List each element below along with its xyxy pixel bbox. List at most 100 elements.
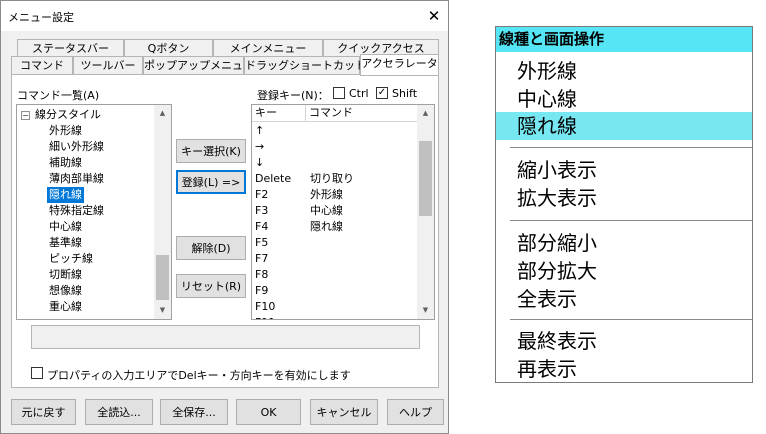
save-all-button[interactable]: 全保存... xyxy=(160,399,228,425)
tree-item[interactable]: ピッチ線 xyxy=(47,251,95,267)
tree-item[interactable]: 中心線 xyxy=(47,219,84,235)
command-cell: 切り取り xyxy=(310,172,354,185)
menu-separator xyxy=(510,319,752,320)
tab-q-button[interactable]: Qボタン xyxy=(124,39,213,57)
scroll-down-icon[interactable]: ▼ xyxy=(154,302,171,319)
undo-button[interactable]: 元に戻す xyxy=(11,399,76,425)
tree-item[interactable]: 薄肉部単線 xyxy=(47,171,106,187)
scroll-down-icon[interactable]: ▼ xyxy=(417,302,434,319)
remove-button[interactable]: 解除(D) xyxy=(176,236,246,260)
table-row[interactable]: F7 xyxy=(252,251,418,267)
tree-item[interactable]: 外形線 xyxy=(47,123,84,139)
command-tree[interactable]: − 線分スタイル 外形線 細い外形線 補助線 薄肉部単線 隠れ線 特殊指定線 中… xyxy=(16,104,172,320)
scroll-up-icon[interactable]: ▲ xyxy=(154,105,171,122)
table-row[interactable]: → xyxy=(252,139,418,155)
table-row[interactable]: Delete 切り取り xyxy=(252,171,418,187)
key-cell: F9 xyxy=(255,284,269,297)
table-row[interactable]: F4 隠れ線 xyxy=(252,219,418,235)
key-cell: F11 xyxy=(255,315,275,319)
key-cell: F4 xyxy=(255,220,269,233)
menu-item-zoom-in[interactable]: 拡大表示 xyxy=(496,184,752,212)
popup-menu: 線種と画面操作 外形線 中心線 隠れ線 縮小表示 拡大表示 部分縮小 部分拡大 … xyxy=(495,26,753,383)
table-row[interactable]: F2 外形線 xyxy=(252,187,418,203)
reset-button[interactable]: リセット(R) xyxy=(176,274,246,298)
tree-item[interactable]: 重心線 xyxy=(47,299,84,315)
close-icon[interactable]: ✕ xyxy=(423,5,445,27)
key-select-button[interactable]: キー選択(K) xyxy=(176,139,246,163)
description-box xyxy=(31,325,420,349)
menu-item-zoom-out[interactable]: 縮小表示 xyxy=(496,156,752,184)
ctrl-checkbox[interactable] xyxy=(333,87,345,99)
key-list-scrollbar[interactable]: ▲ ▼ xyxy=(417,105,434,319)
table-row[interactable]: F5 xyxy=(252,235,418,251)
tab-drag-shortcut[interactable]: ドラッグショートカット xyxy=(244,56,366,74)
tree-item-selected[interactable]: 隠れ線 xyxy=(47,187,84,203)
command-cell: 外形線 xyxy=(310,188,343,201)
title-bar: メニュー設定 ✕ xyxy=(1,1,448,31)
tree-item[interactable]: 基準線 xyxy=(47,235,84,251)
menu-item-hidden-line[interactable]: 隠れ線 xyxy=(496,112,752,140)
tab-status-bar[interactable]: ステータスバー xyxy=(17,39,124,57)
key-cell: F7 xyxy=(255,252,269,265)
tab-popup-menu[interactable]: ポップアップメニュー xyxy=(143,56,254,74)
tree-scrollbar[interactable]: ▲ ▼ xyxy=(154,105,171,319)
property-key-label: プロパティの入力エリアでDelキー・方向キーを有効にします xyxy=(47,369,351,382)
tab-accelerator[interactable]: アクセラレータ xyxy=(360,54,439,76)
tab-main-menu[interactable]: メインメニュー xyxy=(213,39,323,57)
key-cell: → xyxy=(255,140,265,153)
tab-command[interactable]: コマンド xyxy=(11,56,73,74)
table-row[interactable]: ↑ xyxy=(252,123,418,139)
key-cell: F10 xyxy=(255,300,276,313)
key-cell: ↓ xyxy=(255,156,265,169)
menu-item-redisplay[interactable]: 再表示 xyxy=(496,355,752,383)
load-all-button[interactable]: 全読込... xyxy=(85,399,153,425)
command-cell: 隠れ線 xyxy=(310,220,343,233)
key-cell: F5 xyxy=(255,236,269,249)
menu-item-last-view[interactable]: 最終表示 xyxy=(496,327,752,355)
tab-toolbar[interactable]: ツールバー xyxy=(73,56,143,74)
table-row[interactable]: F10 xyxy=(252,299,418,315)
table-row[interactable]: F11 xyxy=(252,315,418,319)
key-list[interactable]: キー コマンド ↑ → ↓ Delete 切り取り F2 外形線 F3 中心線 F4 隠… xyxy=(251,104,435,320)
key-cell: F3 xyxy=(255,204,269,217)
menu-item-partial-zoom-in[interactable]: 部分拡大 xyxy=(496,257,752,285)
column-header-key[interactable]: キー xyxy=(252,105,306,122)
tree-item[interactable]: 想像線 xyxy=(47,283,84,299)
dialog-title: メニュー設定 xyxy=(8,11,74,24)
shift-checkbox[interactable]: ✓ xyxy=(376,87,388,99)
table-row[interactable]: F9 xyxy=(252,283,418,299)
scroll-thumb[interactable] xyxy=(156,255,169,300)
menu-item-partial-zoom-out[interactable]: 部分縮小 xyxy=(496,229,752,257)
scroll-thumb[interactable] xyxy=(419,141,432,216)
table-row[interactable]: ↓ xyxy=(252,155,418,171)
key-cell: ↑ xyxy=(255,124,265,137)
shift-label: Shift xyxy=(392,87,418,100)
register-button[interactable]: 登録(L) => xyxy=(176,170,246,194)
ctrl-label: Ctrl xyxy=(349,87,369,100)
property-key-checkbox[interactable] xyxy=(31,367,43,379)
menu-separator xyxy=(510,220,752,221)
menu-item-center-line[interactable]: 中心線 xyxy=(496,85,752,113)
key-cell: Delete xyxy=(255,172,292,185)
command-cell: 中心線 xyxy=(310,204,343,217)
tree-item[interactable]: 補助線 xyxy=(47,155,84,171)
scroll-up-icon[interactable]: ▲ xyxy=(417,105,434,122)
tree-item[interactable]: 切断線 xyxy=(47,267,84,283)
tree-group-label: 線分スタイル xyxy=(35,108,101,121)
command-list-label: コマンド一覧(A) xyxy=(17,89,100,102)
popup-menu-title: 線種と画面操作 xyxy=(496,27,752,52)
tree-item[interactable]: 細い外形線 xyxy=(47,139,106,155)
collapse-icon[interactable]: − xyxy=(21,111,30,120)
table-row[interactable]: F3 中心線 xyxy=(252,203,418,219)
menu-item-show-all[interactable]: 全表示 xyxy=(496,285,752,313)
ok-button[interactable]: OK xyxy=(236,399,301,425)
registered-key-label: 登録キー(N)： xyxy=(257,89,329,102)
table-row[interactable]: F8 xyxy=(252,267,418,283)
cancel-button[interactable]: キャンセル xyxy=(310,399,378,425)
key-cell: F2 xyxy=(255,188,269,201)
key-cell: F8 xyxy=(255,268,269,281)
help-button[interactable]: ヘルプ xyxy=(387,399,444,425)
menu-item-outline[interactable]: 外形線 xyxy=(496,57,752,85)
column-header-command[interactable]: コマンド xyxy=(306,105,418,122)
tree-item[interactable]: 特殊指定線 xyxy=(47,203,106,219)
